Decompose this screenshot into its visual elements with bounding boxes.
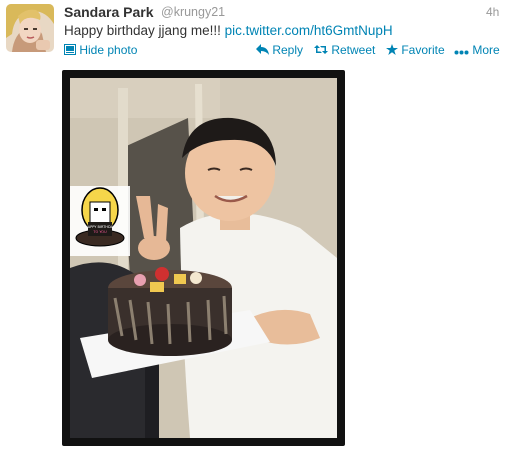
tweet-card: Sandara Park @krungy21 4h Happy birthday… <box>0 0 508 451</box>
reply-button[interactable]: Reply <box>256 43 303 57</box>
favorite-label: Favorite <box>401 43 445 57</box>
dots-icon <box>454 43 472 57</box>
more-button[interactable]: More <box>454 43 500 57</box>
favorite-button[interactable]: Favorite <box>386 43 445 57</box>
star-icon <box>386 43 401 57</box>
hide-photo-button[interactable]: Hide photo <box>64 43 137 57</box>
reply-label: Reply <box>272 43 304 57</box>
svg-text:TO YOU: TO YOU <box>92 230 107 234</box>
hide-photo-label: Hide photo <box>79 43 138 57</box>
reply-arrow-icon <box>256 43 272 57</box>
tweet-actions: Hide photo Reply Retweet Favorite More <box>0 0 508 60</box>
tweet-photo[interactable]: HAPPY BIRTHDAY TO YOU <box>62 70 345 446</box>
birthday-photo: HAPPY BIRTHDAY TO YOU <box>70 78 337 438</box>
retweet-icon <box>314 43 331 57</box>
photo-icon <box>64 43 79 57</box>
retweet-label: Retweet <box>331 43 376 57</box>
sticker-text: HAPPY BIRTHDAY <box>85 225 116 229</box>
retweet-button[interactable]: Retweet <box>314 43 375 57</box>
more-label: More <box>472 43 500 57</box>
